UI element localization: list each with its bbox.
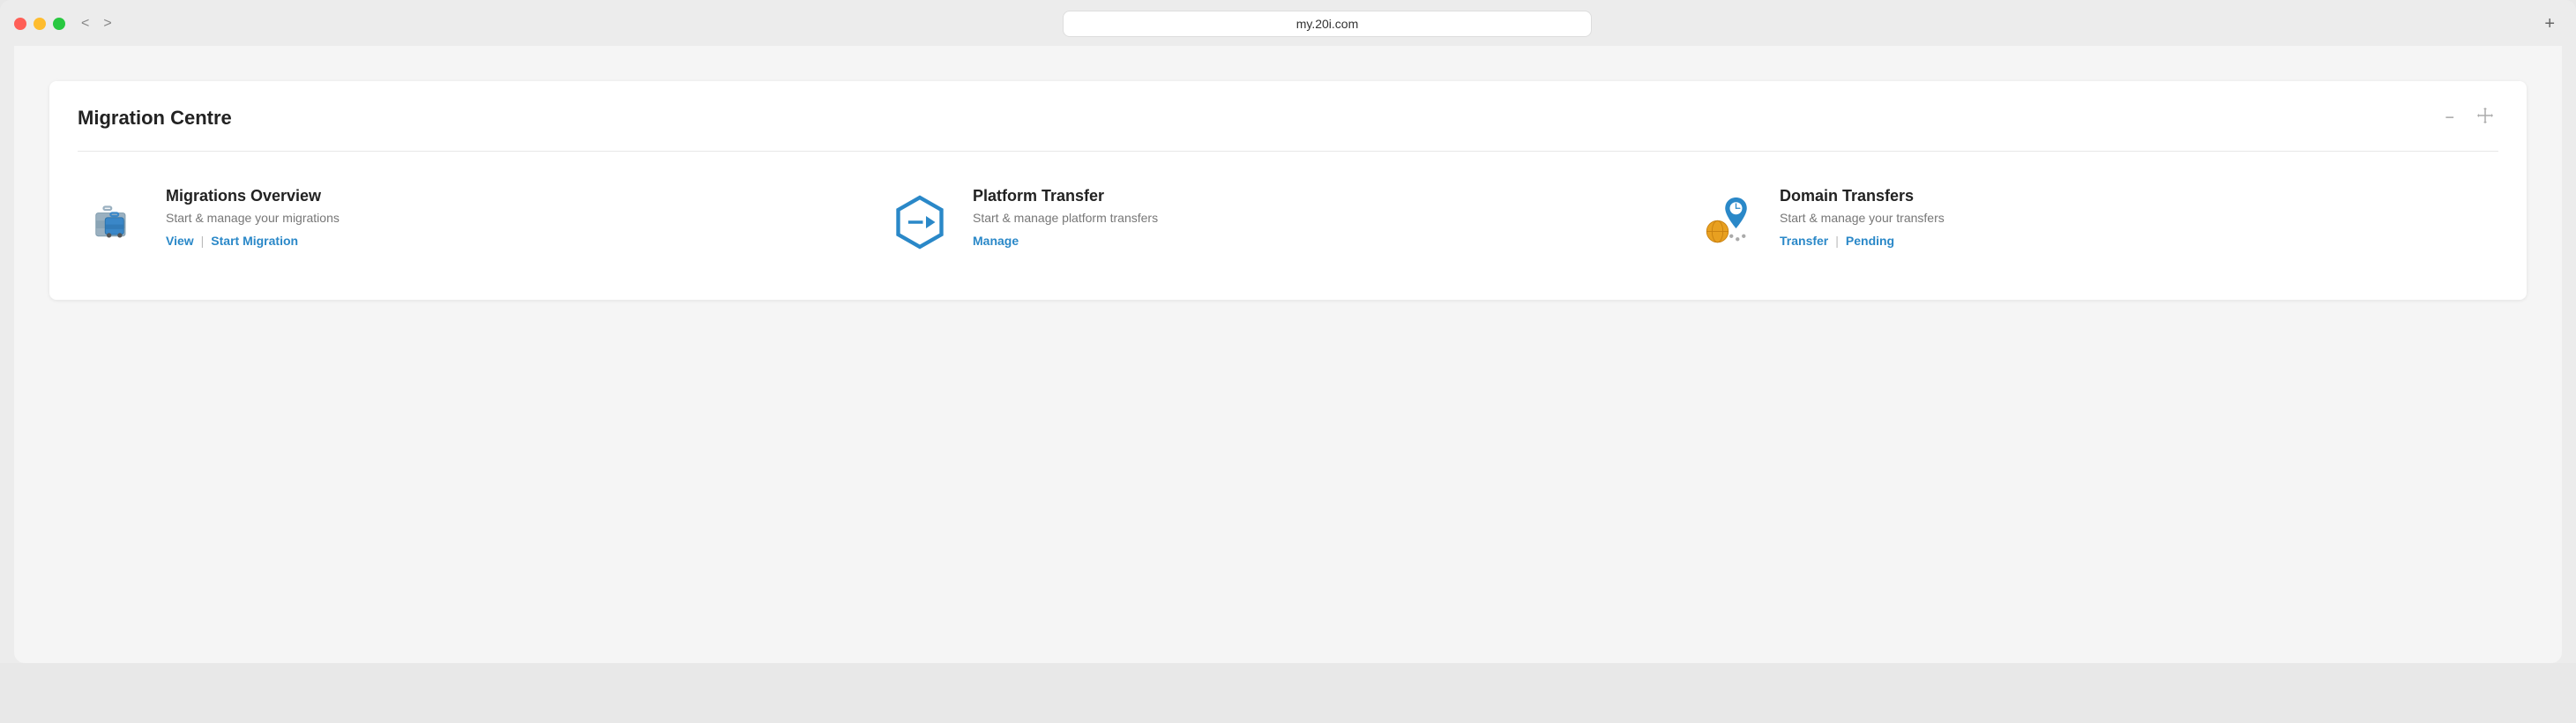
start-migration-link[interactable]: Start Migration — [211, 234, 298, 248]
move-icon — [2475, 106, 2495, 125]
luggage-svg — [82, 191, 144, 253]
domain-transfers-content: Domain Transfers Start & manage your tra… — [1780, 187, 1945, 248]
domain-transfers-icon — [1691, 187, 1762, 257]
domain-transfers-description: Start & manage your transfers — [1780, 211, 1945, 225]
widget-header: Migration Centre − — [49, 81, 2527, 151]
migrations-overview-links: View | Start Migration — [166, 234, 340, 248]
widget-container: Migration Centre − — [49, 81, 2527, 300]
view-link[interactable]: View — [166, 234, 194, 248]
minimize-widget-button[interactable]: − — [2441, 105, 2458, 130]
domain-transfers-links: Transfer | Pending — [1780, 234, 1945, 248]
link-separator-1: | — [201, 234, 205, 248]
widget-controls: − — [2441, 102, 2498, 133]
domain-transfers-title: Domain Transfers — [1780, 187, 1945, 205]
platform-transfer-description: Start & manage platform transfers — [973, 211, 1158, 225]
manage-link[interactable]: Manage — [973, 234, 1019, 248]
migrations-overview-title: Migrations Overview — [166, 187, 340, 205]
migrations-overview-card: Migrations Overview Start & manage your … — [78, 187, 885, 257]
browser-titlebar: < > my.20i.com + — [14, 11, 2562, 37]
domain-transfers-card: Domain Transfers Start & manage your tra… — [1691, 187, 2498, 257]
maximize-button[interactable] — [53, 18, 65, 30]
address-bar[interactable]: my.20i.com — [1063, 11, 1592, 37]
link-separator-2: | — [1835, 234, 1839, 248]
forward-button[interactable]: > — [98, 14, 116, 34]
widget-title: Migration Centre — [78, 107, 232, 130]
platform-transfer-card: Platform Transfer Start & manage platfor… — [885, 187, 1691, 257]
migrations-overview-content: Migrations Overview Start & manage your … — [166, 187, 340, 248]
browser-chrome: < > my.20i.com + Migration Centre − — [0, 0, 2576, 663]
nav-buttons: < > — [76, 14, 117, 34]
pending-link[interactable]: Pending — [1846, 234, 1894, 248]
migrations-overview-description: Start & manage your migrations — [166, 211, 340, 225]
luggage-icon — [78, 187, 148, 257]
domain-svg — [1696, 191, 1758, 253]
move-widget-button[interactable] — [2472, 102, 2498, 133]
platform-svg — [889, 191, 951, 253]
platform-transfer-content: Platform Transfer Start & manage platfor… — [973, 187, 1158, 248]
minimize-button[interactable] — [34, 18, 46, 30]
traffic-lights — [14, 18, 65, 30]
cards-area: Migrations Overview Start & manage your … — [49, 152, 2527, 300]
back-button[interactable]: < — [76, 14, 94, 34]
platform-transfer-icon — [885, 187, 955, 257]
address-bar-wrapper: my.20i.com — [128, 11, 2527, 37]
transfer-link[interactable]: Transfer — [1780, 234, 1828, 248]
close-button[interactable] — [14, 18, 26, 30]
platform-transfer-links: Manage — [973, 234, 1158, 248]
new-tab-button[interactable]: + — [2537, 12, 2562, 36]
browser-content: Migration Centre − — [14, 46, 2562, 663]
platform-transfer-title: Platform Transfer — [973, 187, 1158, 205]
